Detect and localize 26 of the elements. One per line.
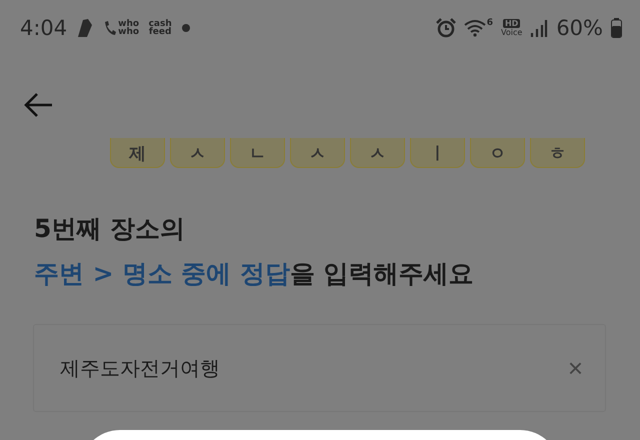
- letter-tile[interactable]: ㅇ: [470, 138, 525, 168]
- status-time: 4:04: [20, 16, 68, 40]
- clear-button[interactable]: ×: [568, 352, 583, 384]
- letter-tile[interactable]: ㅣ: [410, 138, 465, 168]
- back-arrow-icon[interactable]: [24, 92, 54, 118]
- letter-tile[interactable]: ㅅ: [170, 138, 225, 168]
- letter-tile[interactable]: ㅅ: [290, 138, 345, 168]
- letter-tile[interactable]: ㄴ: [230, 138, 285, 168]
- signal-icon: [530, 19, 548, 37]
- app-label: who who: [118, 20, 138, 36]
- phone-icon: [103, 20, 118, 36]
- answer-field[interactable]: 제주도자전거여행 ×: [33, 324, 606, 412]
- battery-icon: [611, 18, 622, 38]
- letter-tile[interactable]: 제: [110, 138, 165, 168]
- wifi-label: 6: [486, 18, 494, 28]
- hd-label: HD: [502, 19, 520, 28]
- letter-tile[interactable]: ㅅ: [350, 138, 405, 168]
- question-line: 5번째 장소의: [34, 213, 186, 245]
- question-line: 주변 > 명소 중에 정답을 입력해주세요: [34, 258, 474, 290]
- voice-label: Voice: [501, 28, 522, 37]
- battery-percent: 60%: [556, 16, 603, 40]
- alarm-icon: [436, 18, 456, 38]
- wifi-icon: [464, 19, 486, 37]
- letter-tile[interactable]: ㅎ: [530, 138, 585, 168]
- app-label: cash feed: [148, 20, 173, 36]
- dot-icon: [182, 24, 190, 32]
